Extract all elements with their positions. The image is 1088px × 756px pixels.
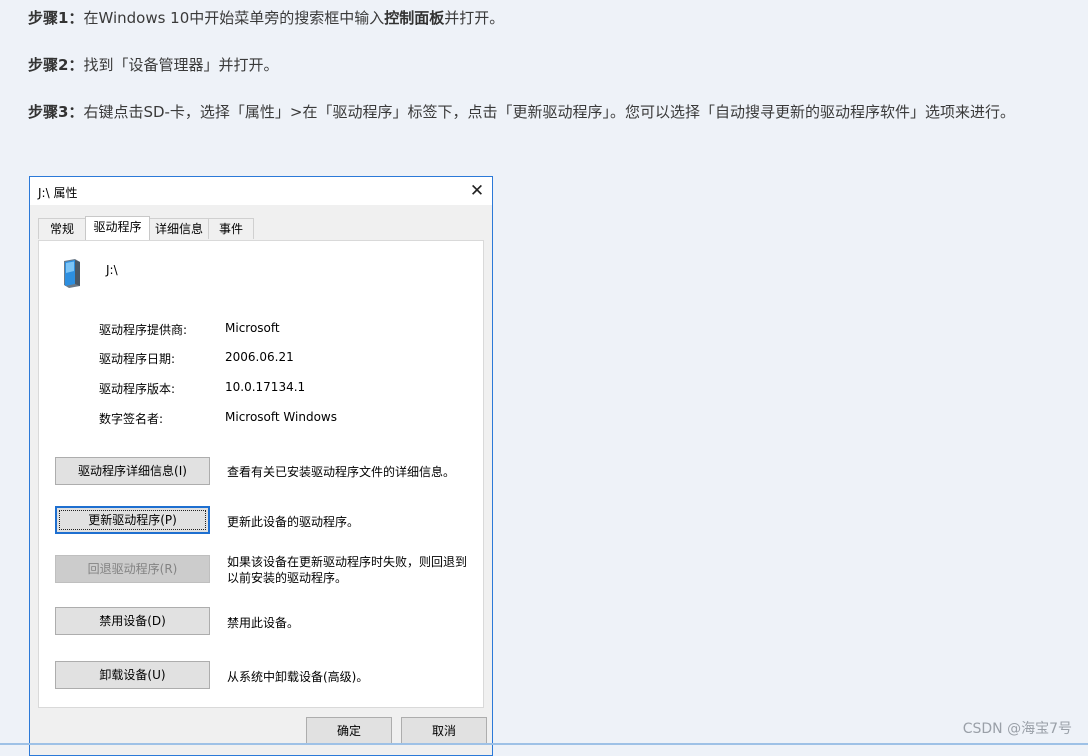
disable-device-desc: 禁用此设备。 xyxy=(227,616,300,630)
tab-details[interactable]: 详细信息 xyxy=(149,218,209,239)
step-3-text: 右键点击SD-卡，选择「属性」>在「驱动程序」标签下，点击「更新驱动程序」。您可… xyxy=(83,103,1015,121)
dialog-titlebar: J:\ 属性 ✕ xyxy=(30,177,492,205)
device-name: J:\ xyxy=(106,263,118,277)
step-1-text-a: 在Windows 10中开始菜单旁的搜索框中输入 xyxy=(83,9,385,27)
date-label: 驱动程序日期: xyxy=(99,352,176,366)
step-1: 步骤1：在Windows 10中开始菜单旁的搜索框中输入控制面板并打开。 xyxy=(28,3,1058,33)
step-1-keyword: 控制面板 xyxy=(384,9,445,27)
uninstall-device-button[interactable]: 卸载设备(U) xyxy=(55,661,210,689)
step-3: 步骤3：右键点击SD-卡，选择「属性」>在「驱动程序」标签下，点击「更新驱动程序… xyxy=(28,97,1058,127)
rollback-driver-desc: 如果该设备在更新驱动程序时失败，则回退到以前安装的驱动程序。 xyxy=(227,555,468,585)
step-3-label: 步骤3： xyxy=(28,103,84,121)
cancel-button[interactable]: 取消 xyxy=(401,717,487,745)
provider-value: Microsoft xyxy=(225,321,280,335)
properties-dialog: J:\ 属性 ✕ 常规 驱动程序 详细信息 事件 J:\ 驱动程序提供商: Mi… xyxy=(29,176,493,756)
close-icon[interactable]: ✕ xyxy=(462,177,492,205)
date-value: 2006.06.21 xyxy=(225,350,294,364)
update-driver-desc: 更新此设备的驱动程序。 xyxy=(227,515,360,529)
rollback-driver-button[interactable]: 回退驱动程序(R) xyxy=(55,555,210,583)
provider-label: 驱动程序提供商: xyxy=(99,323,188,337)
step-2-label: 步骤2： xyxy=(28,56,84,74)
ok-button[interactable]: 确定 xyxy=(306,717,392,745)
version-label: 驱动程序版本: xyxy=(99,382,176,396)
driver-tab-panel: J:\ 驱动程序提供商: Microsoft 驱动程序日期: 2006.06.2… xyxy=(38,240,484,708)
tab-events[interactable]: 事件 xyxy=(208,218,254,239)
disable-device-button[interactable]: 禁用设备(D) xyxy=(55,607,210,635)
step-2: 步骤2：找到「设备管理器」并打开。 xyxy=(28,50,1058,80)
update-driver-button[interactable]: 更新驱动程序(P) xyxy=(55,506,210,534)
drive-device-icon xyxy=(64,259,80,288)
uninstall-device-desc: 从系统中卸载设备(高级)。 xyxy=(227,670,369,684)
step-2-text: 找到「设备管理器」并打开。 xyxy=(83,56,279,74)
tab-general[interactable]: 常规 xyxy=(38,218,86,239)
signer-label: 数字签名者: xyxy=(99,412,164,426)
csdn-watermark: CSDN @海宝7号 xyxy=(962,721,1072,737)
tab-driver[interactable]: 驱动程序 xyxy=(85,216,150,240)
dialog-title: J:\ 属性 xyxy=(38,186,78,200)
driver-details-button[interactable]: 驱动程序详细信息(I) xyxy=(55,457,210,485)
version-value: 10.0.17134.1 xyxy=(225,380,306,394)
step-1-text-b: 并打开。 xyxy=(444,9,505,27)
step-1-label: 步骤1： xyxy=(28,9,84,27)
driver-details-desc: 查看有关已安装驱动程序文件的详细信息。 xyxy=(227,465,456,479)
signer-value: Microsoft Windows xyxy=(225,410,337,424)
